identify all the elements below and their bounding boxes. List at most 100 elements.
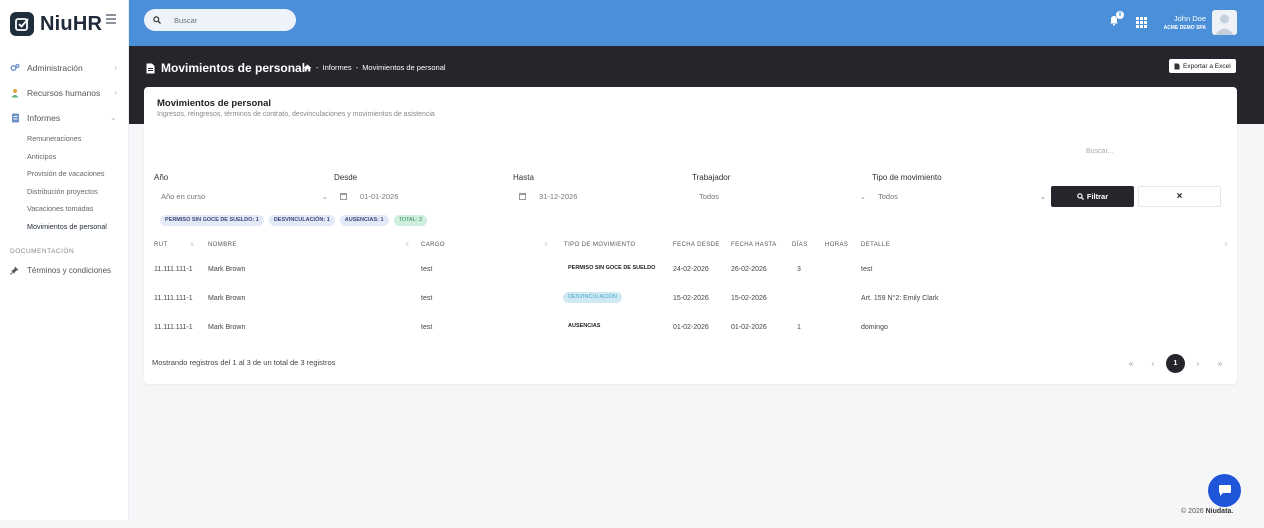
search-icon bbox=[1077, 193, 1084, 200]
logo-check-icon bbox=[10, 12, 34, 36]
sidebar-item-terminos[interactable]: Términos y condiciones bbox=[10, 266, 111, 275]
chip-desvinculacion: DESVINCULACIÓN: 1 bbox=[268, 215, 335, 226]
cell-nombre: Mark Brown bbox=[208, 266, 246, 273]
filter-button[interactable]: Filtrar bbox=[1051, 186, 1134, 207]
sort-icon[interactable]: ⇅ bbox=[1224, 242, 1228, 248]
filter-worker-label: Trabajador bbox=[692, 173, 731, 182]
column-header-nombre[interactable]: NOMBRE bbox=[208, 242, 237, 248]
sidebar-subitem-anticipos[interactable]: Anticipos bbox=[27, 148, 129, 166]
filter-to-label: Hasta bbox=[513, 173, 534, 182]
sidebar-item-administracion[interactable]: Administración › bbox=[0, 55, 129, 80]
cell-nombre: Mark Brown bbox=[208, 324, 246, 331]
cell-fecha-desde: 01-02-2026 bbox=[673, 324, 709, 331]
menu-toggle-icon[interactable] bbox=[106, 14, 116, 26]
sidebar-item-label: Términos y condiciones bbox=[27, 266, 112, 275]
clear-filters-button[interactable]: × bbox=[1138, 186, 1221, 207]
gears-icon bbox=[10, 63, 20, 73]
table-header: RUT ⇅ NOMBRE ⇅ CARGO ⇅ TIPO DE MOVIMIENT… bbox=[144, 240, 1237, 252]
logo[interactable]: NiuHR bbox=[10, 12, 102, 36]
breadcrumb-item-informes[interactable]: Informes bbox=[323, 63, 352, 72]
search-input[interactable]: Buscar bbox=[144, 9, 296, 31]
home-icon[interactable] bbox=[303, 64, 312, 72]
chip-ausencias: AUSENCIAS: 1 bbox=[339, 215, 389, 226]
user-name[interactable]: John Doe bbox=[1159, 14, 1206, 23]
filter-to-date[interactable]: 31-12-2026 bbox=[519, 192, 577, 201]
section-title-documentacion: DOCUMENTACIÓN bbox=[10, 248, 75, 255]
filter-type-select[interactable]: Todos bbox=[878, 192, 898, 201]
user-company: ACME DEMO SPA bbox=[1163, 25, 1206, 31]
cell-cargo: test bbox=[421, 324, 433, 331]
sort-icon[interactable]: ⇅ bbox=[405, 242, 409, 248]
table-row[interactable]: 11.111.111-1 Mark Brown test PERMISO SIN… bbox=[144, 256, 1237, 285]
first-page-button[interactable]: « bbox=[1120, 354, 1142, 373]
avatar[interactable] bbox=[1212, 10, 1237, 35]
table-search-input[interactable]: Buscar... bbox=[1086, 148, 1113, 155]
chevron-down-icon: ⌄ bbox=[1040, 194, 1046, 201]
cell-rut: 11.111.111-1 bbox=[154, 266, 193, 273]
copyright: © 2026 Niudata. bbox=[1181, 508, 1234, 515]
search-icon bbox=[153, 16, 161, 24]
column-header-fecha-desde[interactable]: FECHA DESDE bbox=[673, 242, 720, 248]
movement-type-badge: PERMISO SIN GOCE DE SUELDO bbox=[568, 265, 656, 271]
sidebar-nav: Administración › Recursos humanos › Info… bbox=[0, 55, 129, 236]
cell-dias: 1 bbox=[797, 324, 801, 331]
cell-cargo: test bbox=[421, 266, 433, 273]
column-header-dias[interactable]: DÍAS bbox=[792, 242, 808, 248]
column-header-detalle[interactable]: DETALLE bbox=[861, 242, 890, 248]
cell-nombre: Mark Brown bbox=[208, 295, 246, 302]
column-header-rut[interactable]: RUT bbox=[154, 242, 168, 248]
sort-icon[interactable]: ⇅ bbox=[544, 242, 548, 248]
sidebar-item-label: Recursos humanos bbox=[27, 87, 101, 98]
movement-type-badge: DESVINCULACIÓN bbox=[563, 292, 622, 303]
brand-name: NiuHR bbox=[40, 12, 103, 35]
sidebar-subitem-movimientos-personal[interactable]: Movimientos de personal bbox=[27, 218, 129, 236]
notifications-bell-icon[interactable]: 0 bbox=[1109, 11, 1124, 28]
filter-year-select[interactable]: Año en curso bbox=[161, 192, 205, 201]
breadcrumb-item-current: Movimientos de personal bbox=[362, 63, 446, 72]
last-page-button[interactable]: » bbox=[1209, 354, 1231, 373]
sidebar-item-recursos-humanos[interactable]: Recursos humanos › bbox=[0, 80, 129, 105]
cell-dias: 3 bbox=[797, 266, 801, 273]
next-page-button[interactable]: › bbox=[1187, 354, 1209, 373]
sidebar-subitem-remuneraciones[interactable]: Remuneraciones bbox=[27, 130, 129, 148]
page-button-current[interactable]: 1 bbox=[1166, 354, 1185, 373]
card-subtitle: Ingresos, reingresos, términos de contra… bbox=[157, 111, 435, 118]
filter-from-date[interactable]: 01-01-2026 bbox=[340, 192, 398, 201]
sidebar-item-label: Administración bbox=[27, 62, 83, 73]
sidebar-subitem-vacaciones-tomadas[interactable]: Vacaciones tomadas bbox=[27, 200, 129, 218]
filter-worker-select[interactable]: Todos bbox=[699, 192, 719, 201]
informes-submenu: Remuneraciones Anticipos Provisión de va… bbox=[0, 130, 129, 236]
calendar-icon bbox=[340, 193, 347, 200]
document-icon bbox=[10, 113, 20, 123]
column-header-cargo[interactable]: CARGO bbox=[421, 242, 445, 248]
movement-type-badge: AUSENCIAS bbox=[568, 323, 601, 329]
cell-rut: 11.111.111-1 bbox=[154, 324, 193, 331]
sidebar-item-informes[interactable]: Informes ⌄ bbox=[0, 105, 129, 130]
card-title: Movimientos de personal bbox=[157, 98, 272, 109]
filter-from-label: Desde bbox=[334, 173, 358, 182]
document-icon bbox=[146, 63, 155, 73]
table-row[interactable]: 11.111.111-1 Mark Brown test DESVINCULAC… bbox=[144, 285, 1237, 314]
cell-fecha-hasta: 26-02-2026 bbox=[731, 266, 767, 273]
column-header-tipo[interactable]: TIPO DE MOVIMIENTO bbox=[564, 242, 635, 248]
sort-icon[interactable]: ⇅ bbox=[190, 242, 194, 248]
filter-year-label: Año bbox=[154, 173, 169, 182]
sidebar-subitem-provision-vacaciones[interactable]: Provisión de vacaciones bbox=[27, 165, 129, 183]
page-title-text: Movimientos de personal bbox=[161, 61, 306, 75]
apps-grid-icon[interactable] bbox=[1136, 17, 1147, 28]
column-header-horas[interactable]: HORAS bbox=[825, 242, 848, 248]
column-header-fecha-hasta[interactable]: FECHA HASTA bbox=[731, 242, 777, 248]
sidebar-subitem-distribucion-proyectos[interactable]: Distribución proyectos bbox=[27, 183, 129, 201]
page-title: Movimientos de personal bbox=[146, 61, 305, 75]
file-excel-icon bbox=[1174, 63, 1180, 69]
export-excel-button[interactable]: Exportar a Excel bbox=[1169, 59, 1236, 73]
chat-button[interactable] bbox=[1208, 474, 1241, 507]
previous-page-button[interactable]: ‹ bbox=[1142, 354, 1164, 373]
chevron-down-icon: ⌄ bbox=[322, 194, 328, 201]
report-card: Movimientos de personal Ingresos, reingr… bbox=[144, 87, 1237, 384]
chevron-down-icon: ⌄ bbox=[110, 113, 117, 122]
chip-total: TOTAL: 3 bbox=[393, 215, 427, 226]
cell-detalle: Art. 159 N°2: Emily Clark bbox=[861, 295, 939, 302]
chevron-down-icon: ⌄ bbox=[860, 194, 866, 201]
table-row[interactable]: 11.111.111-1 Mark Brown test AUSENCIAS 0… bbox=[144, 314, 1237, 343]
